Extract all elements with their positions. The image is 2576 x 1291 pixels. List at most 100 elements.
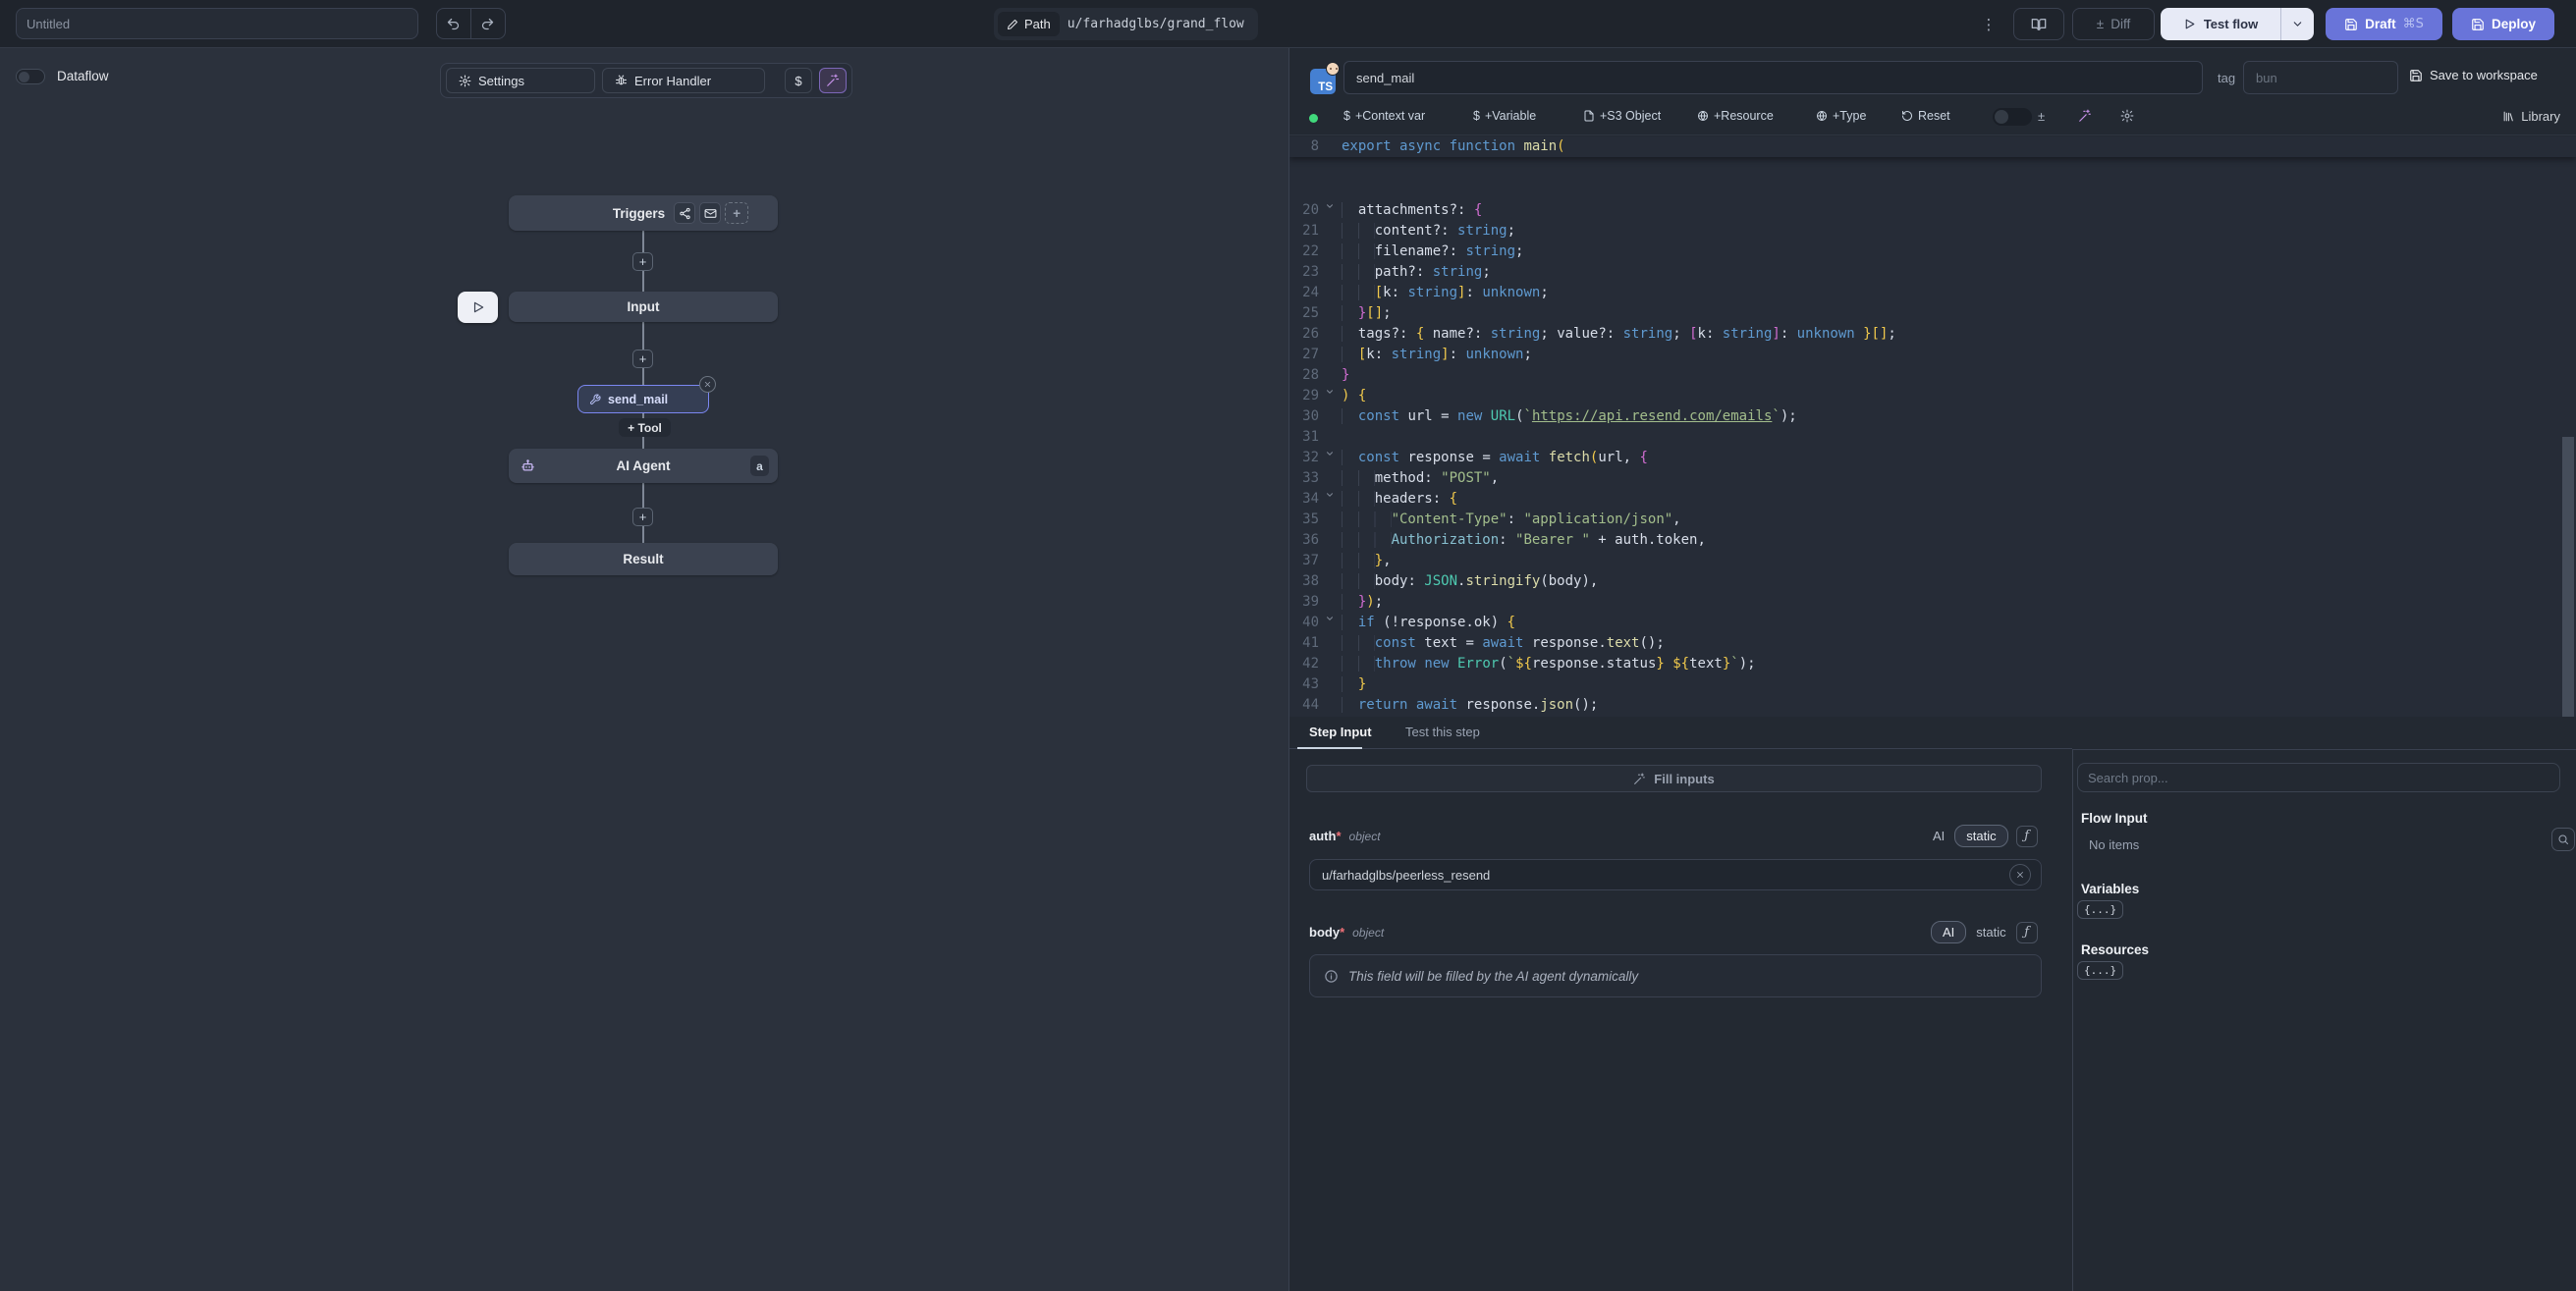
result-node[interactable]: Result [509, 543, 778, 575]
run-input-button[interactable] [458, 292, 498, 323]
remove-tool-button[interactable] [699, 376, 716, 393]
auth-resource-input[interactable] [1310, 868, 2009, 883]
dollar-button[interactable]: $ [785, 68, 812, 93]
code-line: const response = await fetch(url, { [1342, 448, 1648, 468]
insert-step-button[interactable]: + [632, 350, 653, 368]
save-to-workspace-button[interactable]: Save to workspace [2409, 68, 2538, 82]
fold-chevron-icon[interactable] [1325, 614, 1335, 623]
line-number: 39 [1289, 592, 1319, 613]
redo-button[interactable] [471, 9, 506, 38]
reset-icon [1901, 110, 1913, 122]
ai-mode-button[interactable]: AI [1931, 826, 1946, 846]
code-line: [k: string]: unknown; [1342, 283, 1549, 303]
fold-chevron-icon[interactable] [1325, 449, 1335, 458]
line-number: 30 [1289, 406, 1319, 427]
body-field-label: body* object [1309, 925, 1384, 940]
code-line: ) { [1342, 386, 1366, 406]
test-flow-button[interactable]: Test flow [2161, 8, 2314, 40]
field-type: object [1349, 830, 1381, 843]
fold-chevron-icon[interactable] [1325, 490, 1335, 500]
ai-wand-button[interactable] [819, 68, 847, 93]
error-handler-button[interactable]: Error Handler [602, 68, 765, 93]
diff-button[interactable]: ± Diff [2072, 8, 2155, 40]
top-bar: Path u/farhadglbs/grand_flow ⋮ ± Diff Te… [0, 0, 2576, 48]
function-square-icon[interactable]: ƒ [2016, 826, 2038, 847]
editor-scrollbar[interactable] [2562, 437, 2574, 717]
static-mode-button[interactable]: static [1974, 922, 2007, 942]
save-to-workspace-label: Save to workspace [2430, 68, 2538, 82]
function-square-icon[interactable]: ƒ [2016, 922, 2038, 943]
wrench-icon [589, 394, 601, 405]
add-resource-button[interactable]: +Resource [1697, 109, 1774, 123]
code-line: filename?: string; [1342, 242, 1523, 262]
email-trigger-button[interactable] [699, 202, 721, 224]
line-number: 33 [1289, 468, 1319, 489]
dataflow-toggle[interactable] [16, 69, 45, 84]
add-variable-label: +Variable [1485, 109, 1536, 123]
ai-mode-button[interactable]: AI [1931, 921, 1966, 943]
docs-button[interactable] [2013, 8, 2064, 40]
test-flow-dropdown[interactable] [2280, 8, 2314, 40]
code-line: method: "POST", [1342, 468, 1499, 489]
search-prop-input[interactable] [2077, 763, 2560, 792]
reset-button[interactable]: Reset [1901, 109, 1950, 123]
search-icon-button[interactable] [2551, 828, 2575, 851]
ai-agent-node[interactable]: AI Agent a [509, 449, 778, 483]
add-context-var-button[interactable]: $ +Context var [1343, 109, 1425, 123]
tab-step-input[interactable]: Step Input [1309, 725, 1372, 739]
code-line: [k: string]: unknown; [1342, 345, 1532, 365]
webhook-trigger-button[interactable] [674, 202, 695, 224]
input-node[interactable]: Input [509, 292, 778, 322]
undo-icon [446, 17, 461, 31]
add-tool-button[interactable]: + Tool [619, 418, 671, 437]
add-type-button[interactable]: +Type [1816, 109, 1866, 123]
flow-canvas[interactable]: Dataflow Settings Error Handler $ Trigge… [0, 48, 1289, 1291]
settings-button[interactable]: Settings [446, 68, 595, 93]
flow-path-badge[interactable]: Path u/farhadglbs/grand_flow [994, 8, 1258, 40]
fold-chevron-icon[interactable] [1325, 387, 1335, 397]
tag-input[interactable] [2243, 61, 2398, 94]
code-editor[interactable]: 20 attachments?: {21 content?: string;22… [1289, 136, 2576, 717]
static-mode-button[interactable]: static [1954, 825, 2007, 847]
flow-summary-input[interactable] [16, 8, 418, 39]
line-number: 37 [1289, 551, 1319, 571]
send-mail-tool-node[interactable]: send_mail [577, 385, 709, 413]
triggers-node[interactable]: Triggers + [509, 195, 778, 231]
add-variable-button[interactable]: $ +Variable [1473, 109, 1536, 123]
clear-auth-button[interactable] [2009, 864, 2031, 886]
resources-object-badge[interactable]: {...} [2077, 961, 2123, 980]
code-line: } [1342, 365, 1349, 386]
tab-test-this-step[interactable]: Test this step [1405, 725, 1480, 739]
undo-button[interactable] [437, 9, 471, 38]
more-options-button[interactable]: ⋮ [1976, 8, 2001, 40]
add-trigger-button[interactable]: + [725, 202, 748, 224]
line-number: 41 [1289, 633, 1319, 654]
body-hint-text: This field will be filled by the AI agen… [1348, 969, 1638, 984]
test-flow-main[interactable]: Test flow [2161, 8, 2280, 40]
editor-mode-toggle[interactable] [1993, 108, 2032, 126]
play-icon [471, 300, 485, 314]
field-name: body* [1309, 925, 1344, 940]
library-button[interactable]: Library [2502, 109, 2560, 124]
deploy-button[interactable]: Deploy [2452, 8, 2554, 40]
code-line: } [1342, 674, 1366, 695]
gear-icon-button[interactable] [2120, 109, 2134, 123]
diff-icon-button[interactable]: ± [2038, 109, 2045, 124]
draft-button[interactable]: Draft ⌘S [2326, 8, 2442, 40]
variables-object-badge[interactable]: {...} [2077, 900, 2123, 919]
fold-chevron-icon[interactable] [1325, 201, 1335, 211]
insert-step-button[interactable]: + [632, 252, 653, 271]
result-label: Result [623, 552, 663, 566]
mail-icon [704, 207, 717, 220]
step-name-input[interactable] [1343, 61, 2203, 94]
line-number: 45 [1289, 716, 1319, 717]
insert-step-button[interactable]: + [632, 508, 653, 526]
path-label: Path [1024, 17, 1051, 31]
add-s3-object-button[interactable]: +S3 Object [1583, 109, 1661, 123]
fill-inputs-button[interactable]: Fill inputs [1306, 765, 2042, 792]
wand-icon [1633, 773, 1646, 785]
ai-wand-button[interactable] [2078, 109, 2092, 123]
sticky-code-line: 8 export async function main( [1289, 136, 2576, 157]
add-resource-label: +Resource [1714, 109, 1774, 123]
save-icon [2344, 18, 2358, 31]
